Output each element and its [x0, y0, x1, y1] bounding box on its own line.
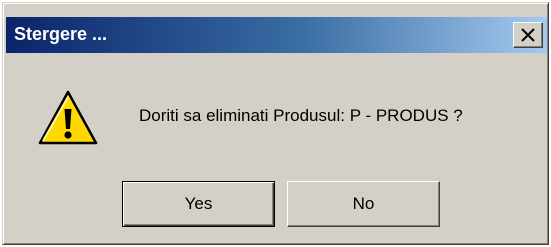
yes-button[interactable]: Yes — [122, 181, 275, 227]
window-title: Stergere ... — [14, 24, 108, 44]
close-icon — [521, 28, 535, 42]
confirmation-message: Doriti sa eliminati Produsul: P - PRODUS… — [139, 106, 463, 125]
warning-icon — [38, 90, 98, 145]
no-button[interactable]: No — [287, 181, 440, 227]
close-button[interactable] — [513, 22, 543, 48]
no-button-label: No — [352, 194, 375, 213]
yes-button-label: Yes — [184, 194, 213, 213]
title-bar[interactable]: Stergere ... — [6, 17, 547, 53]
confirm-delete-dialog: Stergere ... Doriti sa eliminati Produsu… — [2, 2, 549, 245]
